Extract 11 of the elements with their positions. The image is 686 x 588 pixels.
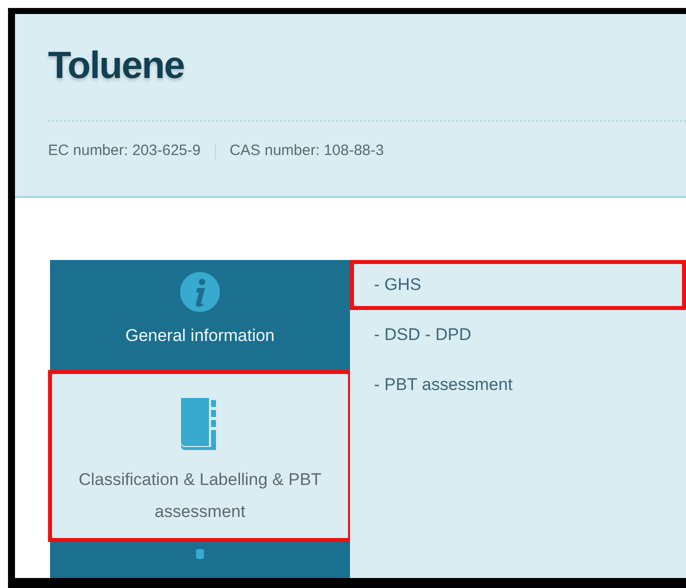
category-tab[interactable] <box>50 542 350 578</box>
identifier-text: CAS number: 108-88-3 <box>230 141 384 161</box>
submenu-link[interactable]: - PBT assessment <box>350 360 686 410</box>
substance-title: Toluene <box>48 44 184 89</box>
info-icon <box>180 272 220 312</box>
category-tab[interactable]: General information <box>50 260 350 370</box>
submenu-link[interactable]: - GHS <box>350 260 686 310</box>
submenu-link[interactable]: - DSD - DPD <box>350 310 686 360</box>
tab-icon <box>196 549 204 559</box>
identifier-text: EC number: 203-625-9 <box>48 141 201 161</box>
category-tab[interactable]: Classification & Labelling & PBT assessment <box>48 370 352 542</box>
